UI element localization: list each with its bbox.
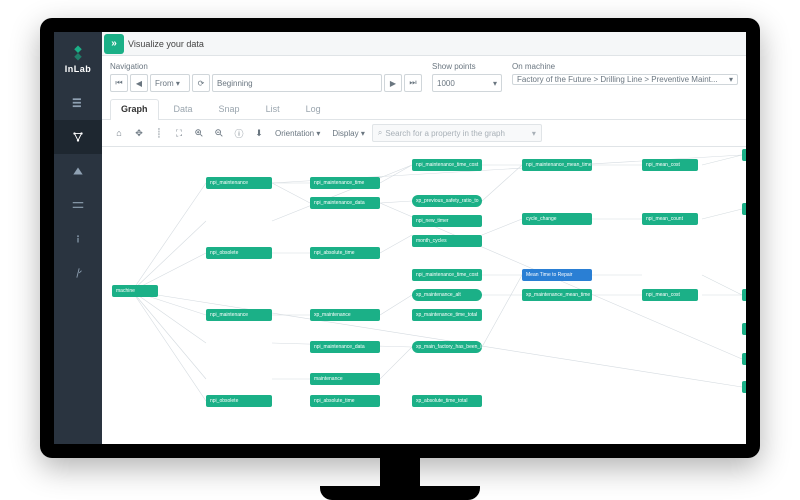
nav-next-button[interactable]: ▶ — [384, 74, 402, 92]
graph-node[interactable]: npi_man — [742, 149, 746, 161]
graph-node[interactable]: xp_maintenance_mean_time — [522, 289, 592, 301]
graph-node[interactable]: npi_absolute_time — [310, 395, 380, 407]
sidebar-item-info[interactable] — [54, 222, 102, 256]
graph-node[interactable]: npi_maintenance_time — [310, 177, 380, 189]
graph-node[interactable]: npi_maintenance_data — [310, 341, 380, 353]
nav-position-field[interactable]: Beginning — [212, 74, 382, 92]
graph-node[interactable]: month_cycles — [412, 235, 482, 247]
sidebar-item-graph[interactable] — [54, 120, 102, 154]
logo-icon — [69, 44, 87, 62]
graph-node[interactable]: npi_mean_count — [642, 213, 698, 225]
sidebar-item-devices[interactable] — [54, 154, 102, 188]
graph-node[interactable]: npi_maintenance — [206, 177, 272, 189]
graph-node-highlighted[interactable]: Mean Time to Repair — [522, 269, 592, 281]
nav-first-button[interactable]: ⏮ — [110, 74, 128, 92]
zoom-out-button[interactable] — [210, 124, 228, 142]
nav-refresh-button[interactable]: ⟳ — [192, 74, 210, 92]
graph-node[interactable]: npi_man — [742, 203, 746, 215]
tab-list[interactable]: List — [255, 99, 291, 119]
graph-canvas[interactable]: npi_maintenance npi_maintenance_time npi… — [102, 147, 746, 444]
info-button[interactable]: ⓘ — [230, 124, 248, 142]
machine-label: On machine — [512, 62, 738, 71]
pan-button[interactable]: ✥ — [130, 124, 148, 142]
fullscreen-button[interactable]: ⛶ — [170, 124, 188, 142]
chevron-down-icon: ▾ — [532, 129, 536, 138]
download-button[interactable]: ⬇ — [250, 124, 268, 142]
graph-node[interactable]: npi_mean_co — [742, 353, 746, 365]
graph-node[interactable]: maintenance — [310, 373, 380, 385]
tab-data[interactable]: Data — [163, 99, 204, 119]
tab-log[interactable]: Log — [295, 99, 332, 119]
graph-node[interactable]: xp_absolute_time_total — [412, 395, 482, 407]
page-title: Visualize your data — [128, 39, 204, 49]
graph-node[interactable]: npi_maintenance — [206, 309, 272, 321]
tab-snap[interactable]: Snap — [208, 99, 251, 119]
graph-node[interactable]: npi_obsolete — [206, 395, 272, 407]
sidebar-item-settings[interactable] — [54, 256, 102, 290]
machine-breadcrumb-select[interactable]: Factory of the Future > Drilling Line > … — [512, 74, 738, 85]
graph-node[interactable]: npi_mean_co — [742, 381, 746, 393]
graph-node[interactable]: npi_obsolete — [206, 247, 272, 259]
graph-node[interactable]: npi_maintenance_data — [310, 197, 380, 209]
brand-name: InLab — [65, 64, 92, 74]
nav-label: Navigation — [110, 62, 422, 71]
chevron-down-icon: ▾ — [493, 79, 497, 88]
graph-node[interactable]: xp_maintenance_alt — [412, 289, 482, 301]
nav-prev-button[interactable]: ◀ — [130, 74, 148, 92]
graph-node[interactable]: npi_new_timer — [412, 215, 482, 227]
topbar: » Visualize your data — [102, 32, 746, 56]
graph-node[interactable]: xp_previous_safety_ratio_to — [412, 195, 482, 207]
display-dropdown[interactable]: Display ▾ — [327, 124, 369, 142]
search-icon: ⌕ — [378, 128, 382, 138]
divider-icon: ┊ — [150, 124, 168, 142]
nav-last-button[interactable]: ⏭ — [404, 74, 422, 92]
graph-node[interactable]: npi_maintenance_time_cost — [412, 159, 482, 171]
graph-node[interactable]: npi_mean_co — [742, 289, 746, 301]
graph-node[interactable]: xp_main_factory_has_been_in — [412, 341, 482, 353]
chevron-down-icon: ▾ — [729, 75, 733, 84]
graph-node[interactable]: xp_maintenance — [310, 309, 380, 321]
graph-node[interactable]: npi_mean_cost — [642, 159, 698, 171]
tab-graph[interactable]: Graph — [110, 99, 159, 120]
sidebar: InLab — [54, 32, 102, 444]
home-button[interactable]: ⌂ — [110, 124, 128, 142]
graph-node[interactable]: npi_maintenance_mean_time — [522, 159, 592, 171]
brand-logo: InLab — [54, 32, 102, 86]
graph-node[interactable]: xp_maintenance_time_total — [412, 309, 482, 321]
graph-node[interactable]: npi_absolute_time — [310, 247, 380, 259]
sidebar-toggle[interactable]: » — [104, 34, 124, 54]
monitor-stand — [320, 458, 480, 500]
sidebar-item-flow[interactable] — [54, 188, 102, 222]
graph-node[interactable]: npi_maintenance_time_cost — [412, 269, 482, 281]
graph-node[interactable]: cycle_change — [522, 213, 592, 225]
showpoints-select[interactable]: 1000▾ — [432, 74, 502, 92]
graph-node-root[interactable]: machine — [112, 285, 158, 297]
nav-from-dropdown[interactable]: From ▾ — [150, 74, 190, 92]
graph-node[interactable]: npi_man — [742, 323, 746, 335]
showpoints-label: Show points — [432, 62, 502, 71]
orientation-dropdown[interactable]: Orientation ▾ — [270, 124, 325, 142]
sidebar-item-data[interactable] — [54, 86, 102, 120]
graph-search-input[interactable]: ⌕ Search for a property in the graph ▾ — [372, 124, 542, 142]
graph-node[interactable]: npi_mean_cost — [642, 289, 698, 301]
zoom-in-button[interactable] — [190, 124, 208, 142]
